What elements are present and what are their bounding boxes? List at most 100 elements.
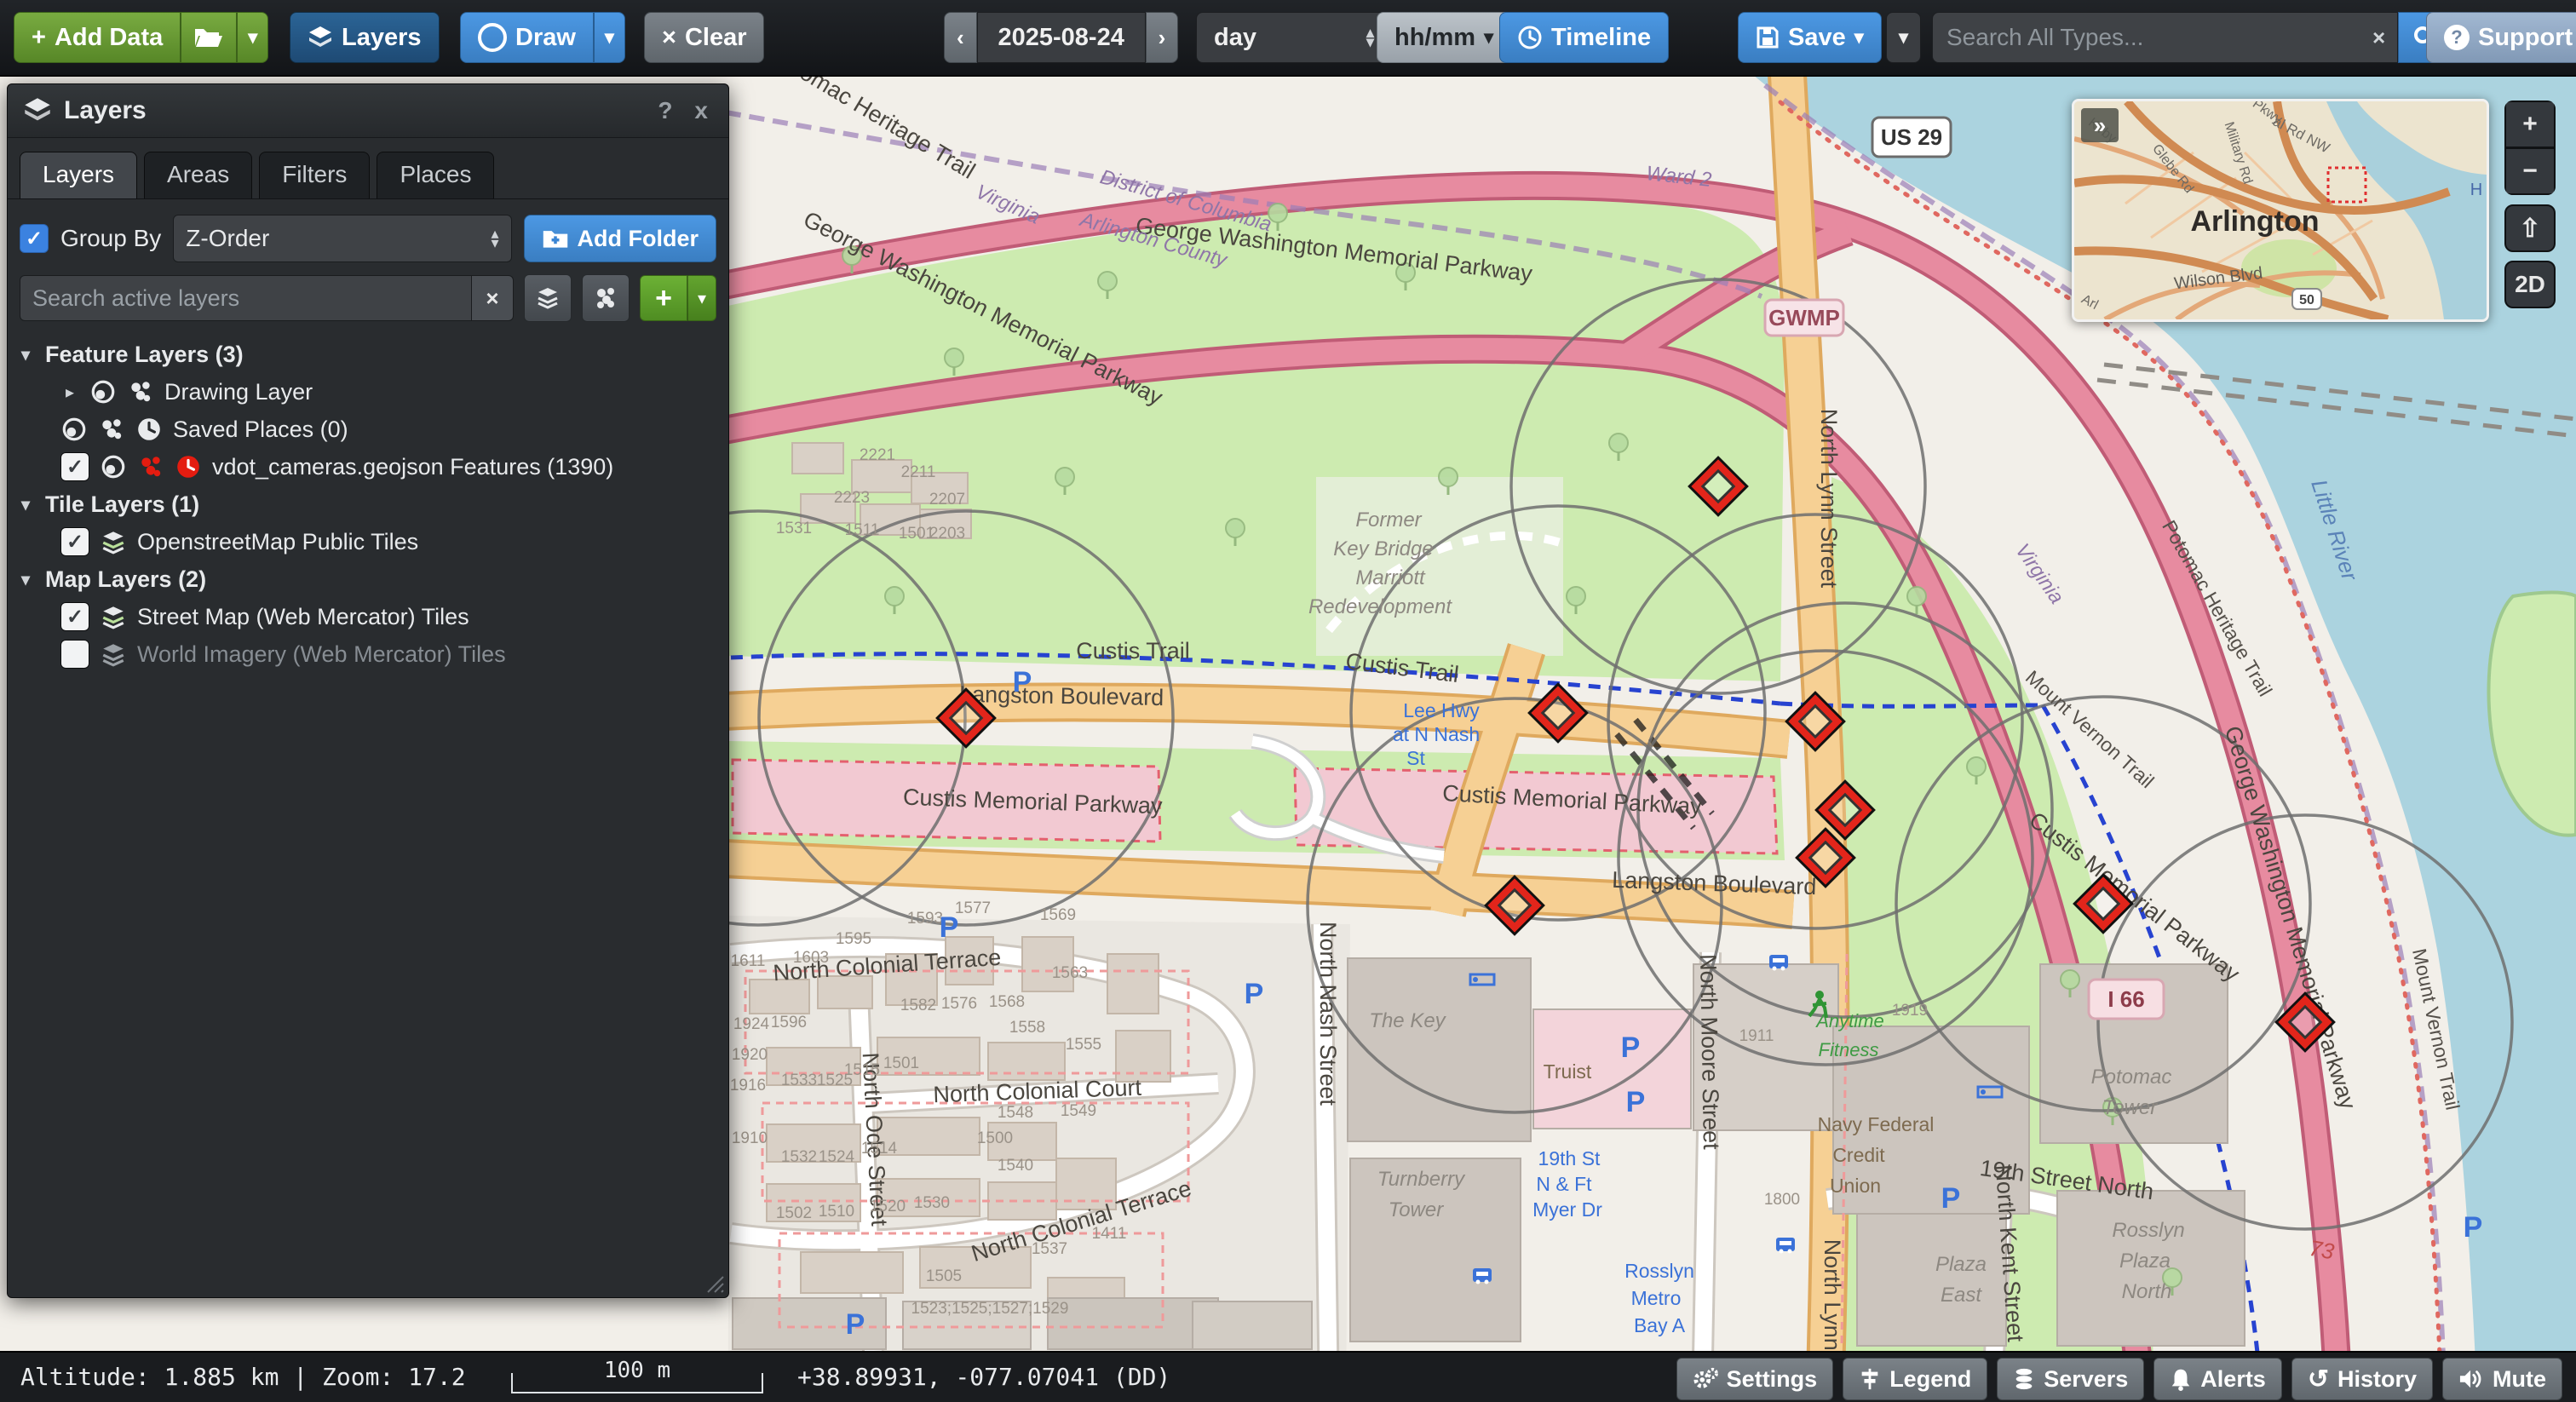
svg-text:1593: 1593: [907, 910, 943, 928]
add-layer-caret[interactable]: ▾: [687, 275, 716, 321]
date-field[interactable]: 2025-08-24: [977, 12, 1146, 63]
mute-button[interactable]: Mute: [2442, 1358, 2562, 1400]
select-arrows-icon: ▴▾: [1366, 28, 1374, 47]
layer-checkbox[interactable]: ✓: [60, 602, 89, 631]
svg-text:1800: 1800: [1764, 1191, 1800, 1209]
layer-checkbox[interactable]: ✓: [60, 527, 89, 556]
svg-text:1924: 1924: [733, 1015, 770, 1033]
layer-row-world-imagery[interactable]: World Imagery (Web Mercator) Tiles: [16, 635, 720, 673]
time-format-dropdown[interactable]: hh/mm ▾: [1377, 12, 1511, 63]
draw-button[interactable]: Draw: [460, 12, 594, 63]
group-by-select[interactable]: Z-Order ▴▾: [173, 215, 511, 262]
svg-text:Bay A: Bay A: [1634, 1314, 1686, 1336]
open-file-button[interactable]: [181, 12, 237, 63]
feature-layer-view-button[interactable]: [582, 274, 630, 322]
zoom-out-button[interactable]: −: [2504, 147, 2556, 195]
layer-checkbox[interactable]: ✓: [60, 452, 89, 481]
svg-text:1603: 1603: [793, 949, 829, 967]
layer-search-input[interactable]: [20, 275, 472, 321]
map-zoom-controls: + −: [2504, 101, 2556, 195]
caret-down-icon[interactable]: ▾: [16, 494, 35, 515]
svg-text:1549: 1549: [1061, 1102, 1096, 1120]
zoom-in-button[interactable]: +: [2504, 101, 2556, 147]
add-layer-button[interactable]: +: [640, 275, 687, 321]
parking-icon: P: [1941, 1182, 1961, 1215]
svg-text:1916: 1916: [730, 1077, 766, 1095]
reset-view-button[interactable]: ⇧: [2504, 204, 2556, 252]
layer-search-clear-icon[interactable]: ×: [472, 275, 514, 321]
bus-stop-icon: [1769, 955, 1788, 971]
top-toolbar: + Add Data ▾ Layers: [0, 0, 2576, 77]
tab-places[interactable]: Places: [377, 152, 494, 198]
svg-text:1530: 1530: [914, 1194, 950, 1212]
minimap-collapse-button[interactable]: »: [2081, 108, 2119, 142]
svg-text:H: H: [2470, 181, 2482, 199]
layers-icon: [23, 96, 52, 125]
tab-layers[interactable]: Layers: [20, 152, 137, 198]
support-button[interactable]: ? Support ▾: [2426, 12, 2576, 63]
panel-resize-handle[interactable]: [703, 1272, 725, 1294]
caret-down-icon[interactable]: ▾: [16, 569, 35, 590]
legend-button[interactable]: Legend: [1843, 1358, 1987, 1400]
clock-icon: [135, 416, 163, 443]
date-previous-button[interactable]: ‹: [944, 12, 977, 63]
servers-button[interactable]: Servers: [1997, 1358, 2144, 1400]
save-button[interactable]: Save ▾: [1738, 12, 1882, 63]
help-icon[interactable]: ?: [653, 97, 677, 124]
svg-text:Marriott: Marriott: [1355, 566, 1426, 589]
svg-text:Langston Boulevard: Langston Boulevard: [959, 681, 1164, 710]
add-folder-button[interactable]: Add Folder: [524, 215, 717, 262]
tab-areas[interactable]: Areas: [144, 152, 252, 198]
layer-row-osm-tiles[interactable]: ✓ OpenstreetMap Public Tiles: [16, 523, 720, 560]
layer-tree: ▾ Feature Layers (3) ▸ Drawing Layer: [8, 322, 728, 673]
gear-icon: [1693, 1367, 1718, 1391]
alerts-button[interactable]: Alerts: [2153, 1358, 2282, 1400]
search-clear-icon[interactable]: ×: [2360, 25, 2397, 51]
history-icon: ↺: [2308, 1365, 2329, 1394]
svg-text:1500: 1500: [977, 1129, 1013, 1147]
timeline-button[interactable]: Timeline: [1499, 12, 1669, 63]
tile-layer-view-button[interactable]: [524, 274, 572, 322]
clear-button[interactable]: × Clear: [644, 12, 764, 63]
svg-text:Redevelopment: Redevelopment: [1308, 595, 1452, 618]
cursor-coordinates[interactable]: +38.89931, -077.07041 (DD): [797, 1353, 1170, 1402]
draw-menu-caret[interactable]: ▾: [594, 12, 625, 63]
svg-text:1510: 1510: [819, 1203, 854, 1221]
layer-row-saved-places[interactable]: Saved Places (0): [16, 411, 720, 448]
global-search-input[interactable]: [1933, 24, 2360, 51]
history-button[interactable]: ↺ History: [2291, 1358, 2433, 1400]
add-data-menu-caret[interactable]: ▾: [237, 12, 268, 63]
layer-group-tile[interactable]: ▾ Tile Layers (1): [16, 486, 720, 523]
svg-text:Rosslyn: Rosslyn: [2112, 1219, 2184, 1242]
layer-row-vdot-cameras[interactable]: ✓ vdot_cameras.geojson Features (1390): [16, 448, 720, 486]
svg-text:1911: 1911: [1739, 1027, 1774, 1045]
search-type-caret[interactable]: ▾: [1886, 12, 1921, 63]
add-data-button[interactable]: + Add Data: [14, 12, 181, 63]
save-floppy-icon: [1756, 26, 1780, 49]
caret-down-icon[interactable]: ▾: [16, 344, 35, 365]
layers-panel-header[interactable]: Layers ? x: [8, 84, 728, 138]
eye-icon[interactable]: [89, 378, 117, 405]
layer-group-map[interactable]: ▾ Map Layers (2): [16, 560, 720, 598]
eye-icon[interactable]: [100, 453, 127, 480]
layer-group-feature[interactable]: ▾ Feature Layers (3): [16, 336, 720, 373]
svg-text:1563: 1563: [1052, 964, 1088, 982]
interval-select[interactable]: day ▴▾: [1196, 12, 1392, 63]
layer-row-street-map[interactable]: ✓ Street Map (Web Mercator) Tiles: [16, 598, 720, 635]
layer-row-drawing[interactable]: ▸ Drawing Layer: [16, 373, 720, 411]
panel-close-icon[interactable]: x: [689, 97, 713, 124]
map-mode-2d-button[interactable]: 2D: [2504, 261, 2556, 308]
layers-toggle-button[interactable]: Layers: [290, 12, 440, 63]
scatter-dots-icon: [593, 285, 618, 311]
bell-icon: [2170, 1367, 2192, 1391]
date-next-button[interactable]: ›: [1146, 12, 1179, 63]
caret-right-icon[interactable]: ▸: [60, 382, 79, 403]
layer-checkbox-unchecked[interactable]: [60, 640, 89, 669]
eye-icon[interactable]: [60, 416, 88, 443]
svg-text:1505: 1505: [926, 1267, 962, 1285]
svg-text:Tower: Tower: [1389, 1198, 1444, 1221]
settings-button[interactable]: Settings: [1676, 1358, 1834, 1400]
group-by-checkbox[interactable]: ✓: [20, 224, 49, 253]
tab-filters[interactable]: Filters: [259, 152, 370, 198]
overview-minimap[interactable]: ArlingtonWilson BlvdKirbyGlebe RdMilitar…: [2072, 99, 2489, 322]
